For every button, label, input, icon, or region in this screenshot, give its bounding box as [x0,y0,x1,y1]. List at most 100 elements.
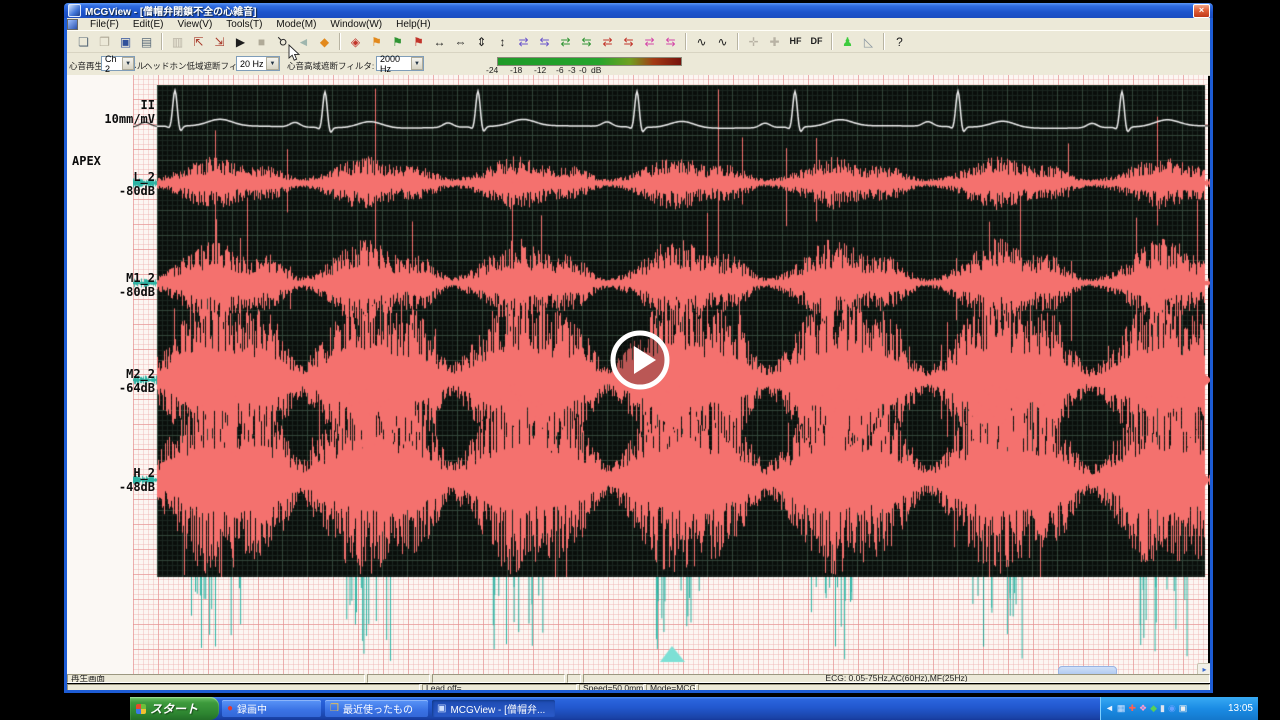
mdi-child-icon [67,19,78,30]
play-channel-select[interactable]: Ch 2 ▼ [101,56,135,71]
level-meter-tick: -24 [486,65,498,75]
goto-end-icon[interactable]: ⇲ [209,32,230,51]
tray-app-green-icon[interactable]: ◆ [1150,704,1157,713]
high-cut-select[interactable]: 2000 Hz ▼ [376,56,424,71]
tray-app-pink-icon[interactable]: ❖ [1139,704,1147,713]
channel-label-line: -48dB [67,481,155,495]
toolbar-separator [883,33,885,50]
channel-label-line: M1_2 [67,272,155,286]
toolbar-separator [831,33,833,50]
ruler-icon[interactable]: ◺ [858,32,879,51]
wave-scroll-right-icon[interactable]: ∿ [712,32,733,51]
timescale-in-red-icon[interactable]: ⇄ [597,32,618,51]
timescale-out-green-icon[interactable]: ⇆ [576,32,597,51]
marker-orange-icon[interactable]: ◆ [314,32,335,51]
flag-red-icon[interactable]: ⚑ [408,32,429,51]
menu-mode[interactable]: Mode(M) [269,19,323,30]
channel-label-line: 10mm/mV [67,113,155,127]
windows-flag-icon [136,704,146,714]
tray-network-icon[interactable]: ◉ [1168,704,1176,713]
level-meter-tick: -0 [579,65,587,75]
chevron-down-icon[interactable]: ▼ [122,57,134,70]
menu-window[interactable]: Window(W) [323,19,389,30]
tray-speaker-icon[interactable]: ◄ [1105,704,1114,713]
low-cut-select[interactable]: 20 Hz ▼ [236,56,280,71]
system-tray: ◄▦✚❖◆▮◉▣ 13:05 [1100,697,1258,720]
toolbar-separator [685,33,687,50]
toolbar-separator [339,33,341,50]
start-button[interactable]: スタート [130,697,219,720]
timescale-out-red-icon[interactable]: ⇆ [618,32,639,51]
task-recent-items[interactable]: ❒ 最近使ったもの [325,700,428,717]
timescale-out-purple-icon[interactable]: ⇆ [534,32,555,51]
mouse-cursor [288,44,301,62]
tray-clock: 13:05 [1228,703,1253,714]
level-meter [497,57,682,66]
timescale-in-magenta-icon[interactable]: ⇄ [639,32,660,51]
task-button-label: 最近使ったもの [343,701,413,716]
toolbar-separator [737,33,739,50]
status-cell: ECG: 0.05-75Hz,AC(60Hz),MF(25Hz) [583,674,1210,683]
window-border-bottom [64,690,1213,693]
level-meter-tick: -18 [510,65,522,75]
clipboard-icon: ▥ [167,32,188,51]
goto-start-icon[interactable]: ⇱ [188,32,209,51]
tray-display-icon[interactable]: ▦ [1117,704,1126,713]
gain-up-icon[interactable]: ⇕ [471,32,492,51]
cross-tool-icon: ✛ [743,32,764,51]
new-file-icon[interactable]: ❏ [73,32,94,51]
folder-icon: ❒ [330,704,339,714]
play-icon[interactable]: ▶ [230,32,251,51]
df-filter-button[interactable]: DF [806,32,827,51]
timescale-in-green-icon[interactable]: ⇄ [555,32,576,51]
menu-tools[interactable]: Tools(T) [219,19,269,30]
toolbar-separator [161,33,163,50]
menu-file[interactable]: File(F) [83,19,126,30]
window-title: MCGView - [僧帽弁閉鎖不全の心雑音] [85,3,256,18]
chevron-down-icon[interactable]: ▼ [411,57,423,70]
tray-icons: ◄▦✚❖◆▮◉▣ [1105,704,1187,713]
status-cell: 再生画面 [67,674,365,683]
channel-label-line: H_2 [67,467,155,481]
label-apex: APEX [67,155,155,169]
video-play-overlay[interactable] [607,327,673,393]
gain-down-icon[interactable]: ↕ [492,32,513,51]
flag-green-icon[interactable]: ⚑ [387,32,408,51]
run-measure-icon[interactable]: ◈ [345,32,366,51]
level-meter-tick: dB [591,65,601,75]
status-cell [432,674,565,683]
channel-m12-label: M1_2-80dB [67,272,155,299]
channel-h2-label: H_2-48dB [67,467,155,494]
channel-label-line: L_2 [67,171,155,185]
window-border-right [1210,18,1213,690]
mcgview-icon: ▣ [437,704,446,714]
task-mcgview[interactable]: ▣MCGView - [僧帽弁... [432,700,555,717]
wave-scroll-left-icon[interactable]: ∿ [691,32,712,51]
save-icon[interactable]: ▣ [115,32,136,51]
pan-step-icon[interactable]: ↔ [429,32,450,51]
record-icon: ● [227,704,233,714]
tray-ime-icon[interactable]: ▣ [1179,704,1188,713]
person-icon[interactable]: ♟ [837,32,858,51]
print-icon[interactable]: ▤ [136,32,157,51]
pan-page-icon[interactable]: ⇔ [450,32,471,51]
close-button[interactable]: × [1193,4,1210,18]
channel-l2-label: L_2-80dB [67,171,155,198]
menu-view[interactable]: View(V) [170,19,219,30]
tray-mouse-icon[interactable]: ▮ [1160,704,1165,713]
channel-label-line: APEX [72,155,155,169]
timescale-in-purple-icon[interactable]: ⇄ [513,32,534,51]
channel-label-line: -80dB [67,286,155,300]
channel-label-line: -64dB [67,382,155,396]
tray-security-icon[interactable]: ✚ [1128,704,1136,713]
menu-edit[interactable]: Edit(E) [126,19,171,30]
timescale-out-magenta-icon[interactable]: ⇆ [660,32,681,51]
hf-filter-button[interactable]: HF [785,32,806,51]
channel-m22-label: M2_2-64dB [67,368,155,395]
flag-orange-icon[interactable]: ⚑ [366,32,387,51]
help-icon[interactable]: ? [889,32,910,51]
status-cell [367,674,430,683]
task-recording[interactable]: ●録画中 [222,700,321,717]
chevron-down-icon[interactable]: ▼ [266,57,279,70]
menu-help[interactable]: Help(H) [389,19,437,30]
